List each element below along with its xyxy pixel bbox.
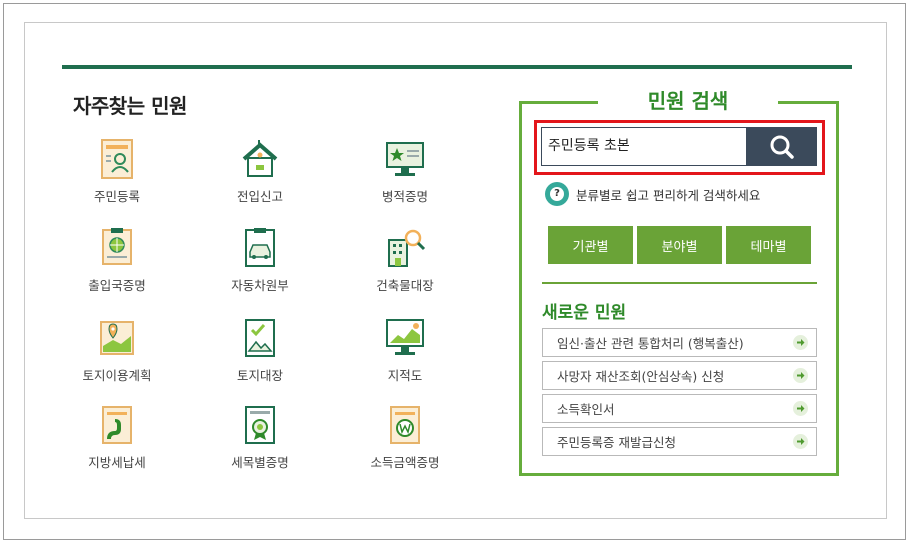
service-resident-registration[interactable]: 주민등록 <box>62 137 172 205</box>
service-land-use-plan[interactable]: 토지이용계획 <box>62 316 172 384</box>
service-label: 출입국증명 <box>88 278 146 293</box>
search-input[interactable]: 주민등록 초본 <box>541 127 746 166</box>
help-icon: ? <box>545 182 569 206</box>
service-label: 주민등록 <box>93 189 140 204</box>
frequent-services-title: 자주찾는 민원 <box>73 94 187 118</box>
search-icon <box>770 135 794 159</box>
new-service-label: 주민등록증 재발급신청 <box>557 435 676 450</box>
help-text: 분류별로 쉽고 편리하게 검색하세요 <box>576 187 761 203</box>
arrow-right-icon <box>793 434 808 449</box>
service-local-tax[interactable]: 지방세납세 <box>62 403 172 471</box>
service-label: 지방세납세 <box>88 455 146 470</box>
new-service-label: 소득확인서 <box>557 402 615 417</box>
new-service-item[interactable]: 주민등록증 재발급신청 <box>542 427 817 456</box>
service-label: 토지이용계획 <box>82 368 152 383</box>
land-document-icon <box>245 319 275 357</box>
new-service-item[interactable]: 사망자 재산조회(안심상속) 신청 <box>542 361 817 390</box>
new-service-label: 사망자 재산조회(안심상속) 신청 <box>557 369 725 384</box>
service-label: 전입신고 <box>236 189 283 204</box>
won-document-icon <box>390 406 420 444</box>
house-icon <box>242 140 278 177</box>
service-move-in-report[interactable]: 전입신고 <box>205 137 315 205</box>
resident-registration-icon <box>101 139 133 179</box>
service-label: 병적증명 <box>381 189 428 204</box>
globe-certificate-icon <box>102 228 132 265</box>
category-by-field-button[interactable]: 분야별 <box>637 226 722 264</box>
building-search-icon <box>388 229 426 267</box>
help-row: ? 분류별로 쉽고 편리하게 검색하세요 <box>545 181 760 207</box>
help-icon-glyph: ? <box>550 187 564 201</box>
arrow-right-icon <box>793 368 808 383</box>
service-label: 건축물대장 <box>376 278 434 293</box>
top-divider <box>62 65 852 69</box>
service-cadastral-map[interactable]: 지적도 <box>350 316 460 384</box>
land-map-icon <box>100 321 134 355</box>
category-by-theme-button[interactable]: 테마별 <box>726 226 811 264</box>
service-military-certificate[interactable]: 병적증명 <box>350 137 460 205</box>
tax-document-icon <box>102 406 132 444</box>
service-immigration-certificate[interactable]: 출입국증명 <box>62 226 172 294</box>
new-service-item[interactable]: 소득확인서 <box>542 394 817 423</box>
arrow-right-icon <box>793 335 808 350</box>
arrow-right-icon <box>793 401 808 416</box>
new-service-label: 임신·출산 관련 통합처리 (행복출산) <box>557 336 744 351</box>
service-label: 자동차원부 <box>231 278 289 293</box>
service-building-register[interactable]: 건축물대장 <box>350 226 460 294</box>
service-label: 소득금액증명 <box>370 455 440 470</box>
certificate-medal-icon <box>245 406 275 444</box>
service-label: 세목별증명 <box>231 455 289 470</box>
service-land-register[interactable]: 토지대장 <box>205 316 315 384</box>
service-label: 지적도 <box>387 368 423 383</box>
new-services-title: 새로운 민원 <box>542 303 627 323</box>
panel-divider <box>542 282 817 284</box>
map-monitor-icon <box>386 319 424 355</box>
car-document-icon <box>245 228 275 267</box>
monitor-star-icon <box>386 142 424 176</box>
service-income-certificate[interactable]: 소득금액증명 <box>350 403 460 471</box>
category-by-agency-button[interactable]: 기관별 <box>548 226 633 264</box>
search-panel-title: 민원 검색 <box>598 87 778 115</box>
service-label: 토지대장 <box>236 368 283 383</box>
service-vehicle-register[interactable]: 자동차원부 <box>205 226 315 294</box>
service-tax-item-certificate[interactable]: 세목별증명 <box>205 403 315 471</box>
new-service-item[interactable]: 임신·출산 관련 통합처리 (행복출산) <box>542 328 817 357</box>
search-button[interactable] <box>746 127 817 166</box>
